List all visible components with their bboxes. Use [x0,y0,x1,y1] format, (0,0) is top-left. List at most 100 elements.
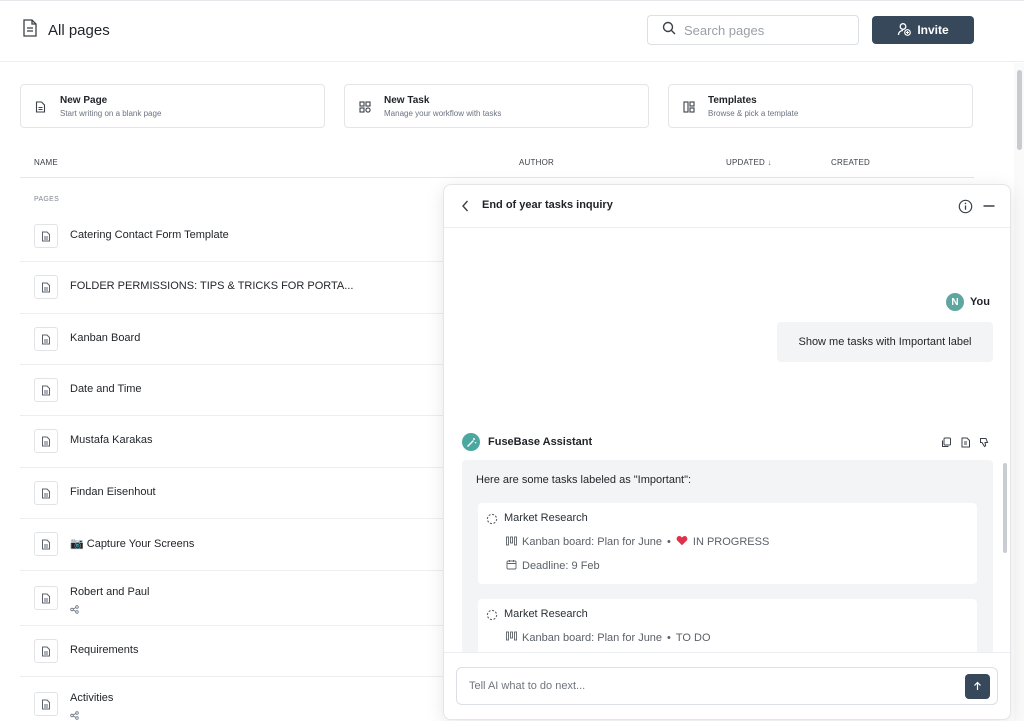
search-input[interactable] [684,22,844,38]
table-row[interactable]: Mustafa Karakas [20,416,450,468]
magic-wand-icon [462,433,480,451]
chat-input-box[interactable] [456,667,998,705]
new-page-card[interactable]: New Page Start writing on a blank page [20,84,325,128]
page-icon [34,327,58,351]
task-name[interactable]: Market Research [504,512,588,524]
ai-chat-panel: End of year tasks inquiry N You Show me … [443,184,1011,720]
page-icon [34,481,58,505]
user-name: You [970,296,990,308]
row-name[interactable]: Requirements [70,644,138,656]
table-row[interactable]: Kanban Board [20,314,450,365]
templates-subtitle: Browse & pick a template [708,109,799,118]
page-scrollbar-thumb[interactable] [1017,70,1022,150]
task-grid-icon [359,100,371,118]
row-name[interactable]: Robert and Paul [70,586,150,598]
user-message-header: N You [946,293,990,311]
calendar-icon [506,559,517,573]
templates-icon [683,100,695,118]
table-row[interactable]: Requirements [20,626,450,677]
minimize-icon[interactable] [982,199,996,218]
status-circle-icon [486,608,498,626]
chat-scrollbar-thumb[interactable] [1003,463,1007,553]
table-row[interactable]: 📷 Capture Your Screens [20,519,450,571]
status-circle-icon [486,512,498,530]
templates-card[interactable]: Templates Browse & pick a template [668,84,973,128]
page-icon [34,586,58,610]
row-name[interactable]: Activities [70,692,113,704]
table-row[interactable]: Date and Time [20,365,450,416]
invite-button[interactable]: Invite [872,16,974,44]
row-name[interactable]: Mustafa Karakas [70,434,153,446]
task-board: Kanban board: Plan for June [522,631,663,644]
templates-title: Templates [708,95,757,106]
row-name[interactable]: FOLDER PERMISSIONS: TIPS & TRICKS FOR PO… [70,280,353,292]
task-board-line: Kanban board: Plan for June • TO DO [506,631,711,644]
page-header: All pages [22,19,110,42]
sort-down-icon: ↓ [767,158,772,167]
table-row[interactable]: Findan Eisenhout [20,468,450,519]
section-label-pages: PAGES [34,196,60,203]
add-user-icon [897,22,912,39]
table-row[interactable]: FOLDER PERMISSIONS: TIPS & TRICKS FOR PO… [20,262,450,314]
row-name[interactable]: Catering Contact Form Template [70,229,229,241]
new-page-title: New Page [60,95,108,106]
task-card[interactable]: Market Research Kanban board: Plan for J… [478,599,977,660]
insert-to-page-icon[interactable] [960,435,971,453]
info-icon[interactable] [958,199,973,219]
new-task-card[interactable]: New Task Manage your workflow with tasks [344,84,649,128]
search-box[interactable] [647,15,859,45]
page-icon [34,429,58,453]
column-author[interactable]: AUTHOR [519,158,554,167]
avatar: N [946,293,964,311]
assistant-message: Here are some tasks labeled as "Importan… [462,460,993,660]
assistant-message-actions [941,435,990,453]
table-row[interactable]: Activities [20,677,450,721]
task-deadline-line: Deadline: 9 Feb [506,559,600,573]
new-page-subtitle: Start writing on a blank page [60,109,162,118]
table-row[interactable]: Robert and Paul [20,571,450,626]
user-message: Show me tasks with Important label [777,322,993,362]
back-chevron-icon[interactable] [460,199,470,218]
page-icon [34,378,58,402]
share-icon [70,601,79,619]
row-name[interactable]: Kanban Board [70,332,140,344]
new-task-subtitle: Manage your workflow with tasks [384,109,502,118]
task-name[interactable]: Market Research [504,608,588,620]
table-row[interactable]: Catering Contact Form Template [20,210,450,262]
task-board: Kanban board: Plan for June [522,536,663,548]
search-icon [662,21,676,40]
chat-title: End of year tasks inquiry [482,199,613,211]
new-task-title: New Task [384,95,430,106]
page-icon [34,692,58,716]
page-title: All pages [48,22,110,39]
column-name[interactable]: NAME [34,158,58,167]
row-name[interactable]: Findan Eisenhout [70,486,156,498]
column-updated[interactable]: UPDATED ↓ [726,158,772,167]
assistant-intro: Here are some tasks labeled as "Importan… [476,474,692,486]
copy-icon[interactable] [941,435,952,453]
row-name[interactable]: 📷 Capture Your Screens [70,537,194,550]
separator-dot: • [667,631,671,644]
task-status: TO DO [675,631,711,644]
chat-input[interactable] [469,680,949,692]
assistant-name: FuseBase Assistant [488,436,593,448]
task-deadline: Deadline: 9 Feb [522,560,600,572]
separator-dot: • [667,536,671,548]
row-name[interactable]: Date and Time [70,383,142,395]
thumbs-down-icon[interactable] [979,435,990,453]
send-button[interactable] [965,674,990,699]
arrow-up-icon [973,679,982,694]
page-icon [34,532,58,556]
chat-header: End of year tasks inquiry [444,185,1010,228]
kanban-icon [506,536,517,549]
column-created[interactable]: CREATED [831,158,870,167]
page-icon [34,275,58,299]
task-board-line: Kanban board: Plan for June • IN PROGRES… [506,535,769,549]
task-card[interactable]: Market Research Kanban board: Plan for J… [478,503,977,584]
new-page-icon [35,100,46,118]
invite-label: Invite [917,23,949,37]
page-scrollbar-track[interactable] [1014,63,1024,721]
kanban-icon [506,631,517,644]
top-bar: All pages Invite [0,0,1024,62]
document-icon [22,19,38,42]
